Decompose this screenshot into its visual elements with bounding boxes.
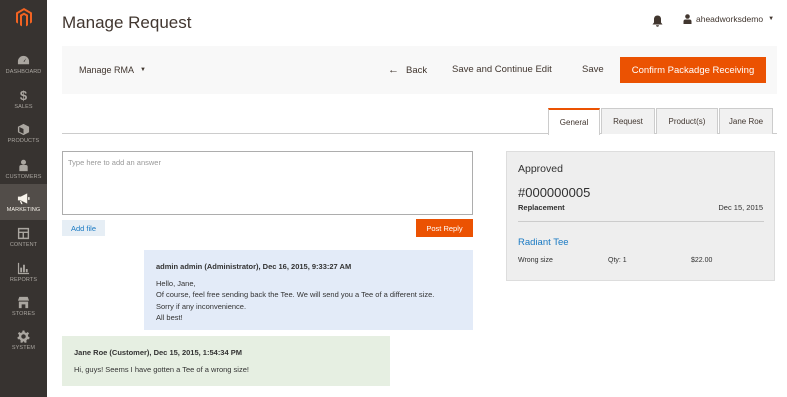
manage-rma-label: Manage RMA xyxy=(79,65,135,75)
message-line: Hi, guys! Seems I have gotten a Tee of a… xyxy=(74,364,249,374)
person-icon xyxy=(19,159,28,171)
back-label: Back xyxy=(406,64,428,76)
return-reason: Wrong size xyxy=(518,257,553,264)
rma-date: Dec 15, 2015 xyxy=(718,203,763,212)
save-and-continue-button[interactable]: Save and Continue Edit xyxy=(452,64,552,75)
store-icon xyxy=(17,296,30,308)
product-qty: Qty: 1 xyxy=(608,257,627,264)
sidebar-item-marketing[interactable]: Marketing xyxy=(0,184,47,220)
message-customer: Jane Roe (Customer), Dec 15, 2015, 1:54:… xyxy=(62,336,390,386)
message-line: Of course, feel free sending back the Te… xyxy=(156,290,435,299)
megaphone-icon xyxy=(17,192,30,204)
page-title: Manage Request xyxy=(62,13,192,32)
sidebar-item-dashboard[interactable]: Dashboard xyxy=(0,46,47,82)
answer-textarea[interactable]: Type here to add an answer xyxy=(62,151,473,215)
rma-summary-panel: Approved #000000005 Replacement Dec 15, … xyxy=(506,151,775,281)
manage-rma-dropdown[interactable]: Manage RMA ▼ xyxy=(79,65,146,75)
admin-app: Dashboard $ Sales Products Customers Mar… xyxy=(0,0,787,397)
username: aheadworksdemo xyxy=(696,14,764,24)
confirm-package-receiving-button[interactable]: Confirm Packadge Receiving xyxy=(620,57,766,83)
dollar-icon: $ xyxy=(19,87,28,103)
post-reply-button[interactable]: Post Reply xyxy=(416,219,473,237)
arrow-left-icon: ← xyxy=(388,64,399,76)
user-menu[interactable]: aheadworksdemo ▼ xyxy=(683,14,774,24)
page-actions-toolbar: Manage RMA ▼ ← Back Save and Continue Ed… xyxy=(62,46,777,94)
sidebar-item-content[interactable]: Content xyxy=(0,219,47,255)
tab-general[interactable]: General xyxy=(548,108,600,135)
message-line: All best! xyxy=(156,313,183,322)
add-file-button[interactable]: Add file xyxy=(62,220,105,236)
product-link[interactable]: Radiant Tee xyxy=(518,237,569,248)
message-admin: admin admin (Administrator), Dec 16, 201… xyxy=(144,250,473,330)
tab-request[interactable]: Request xyxy=(601,108,655,134)
user-icon xyxy=(683,14,692,24)
sidebar-item-system[interactable]: System xyxy=(0,322,47,358)
sidebar-item-reports[interactable]: Reports xyxy=(0,254,47,290)
rma-number: #000000005 xyxy=(518,185,591,200)
rma-type: Replacement xyxy=(518,203,565,212)
layout-icon xyxy=(17,227,30,239)
message-line: Sorry if any inconvenience. xyxy=(156,301,247,311)
sidebar-item-products[interactable]: Products xyxy=(0,115,47,151)
summary-divider xyxy=(518,221,764,222)
cube-icon xyxy=(17,123,30,135)
gear-icon xyxy=(17,329,30,343)
sidebar-item-stores[interactable]: Stores xyxy=(0,288,47,324)
rma-status: Approved xyxy=(518,163,563,175)
admin-sidebar: Dashboard $ Sales Products Customers Mar… xyxy=(0,0,47,397)
product-price: $22.00 xyxy=(691,257,713,264)
magento-logo[interactable] xyxy=(0,0,47,34)
sidebar-item-sales[interactable]: $ Sales xyxy=(0,81,47,117)
dashboard-icon xyxy=(17,55,30,64)
bell-icon[interactable] xyxy=(652,15,663,27)
tab-customer[interactable]: Jane Roe xyxy=(719,108,773,134)
message-author: Jane Roe (Customer), Dec 15, 2015, 1:54:… xyxy=(74,348,242,357)
save-button[interactable]: Save xyxy=(582,64,604,75)
message-line: Hello, Jane, xyxy=(156,278,196,288)
message-author: admin admin (Administrator), Dec 16, 201… xyxy=(156,262,352,271)
chevron-down-icon: ▼ xyxy=(140,67,146,73)
tab-products[interactable]: Product(s) xyxy=(656,108,718,134)
back-button[interactable]: ← Back xyxy=(388,64,427,76)
bar-chart-icon xyxy=(17,262,30,274)
chevron-down-icon: ▼ xyxy=(768,16,775,22)
sidebar-item-customers[interactable]: Customers xyxy=(0,151,47,187)
